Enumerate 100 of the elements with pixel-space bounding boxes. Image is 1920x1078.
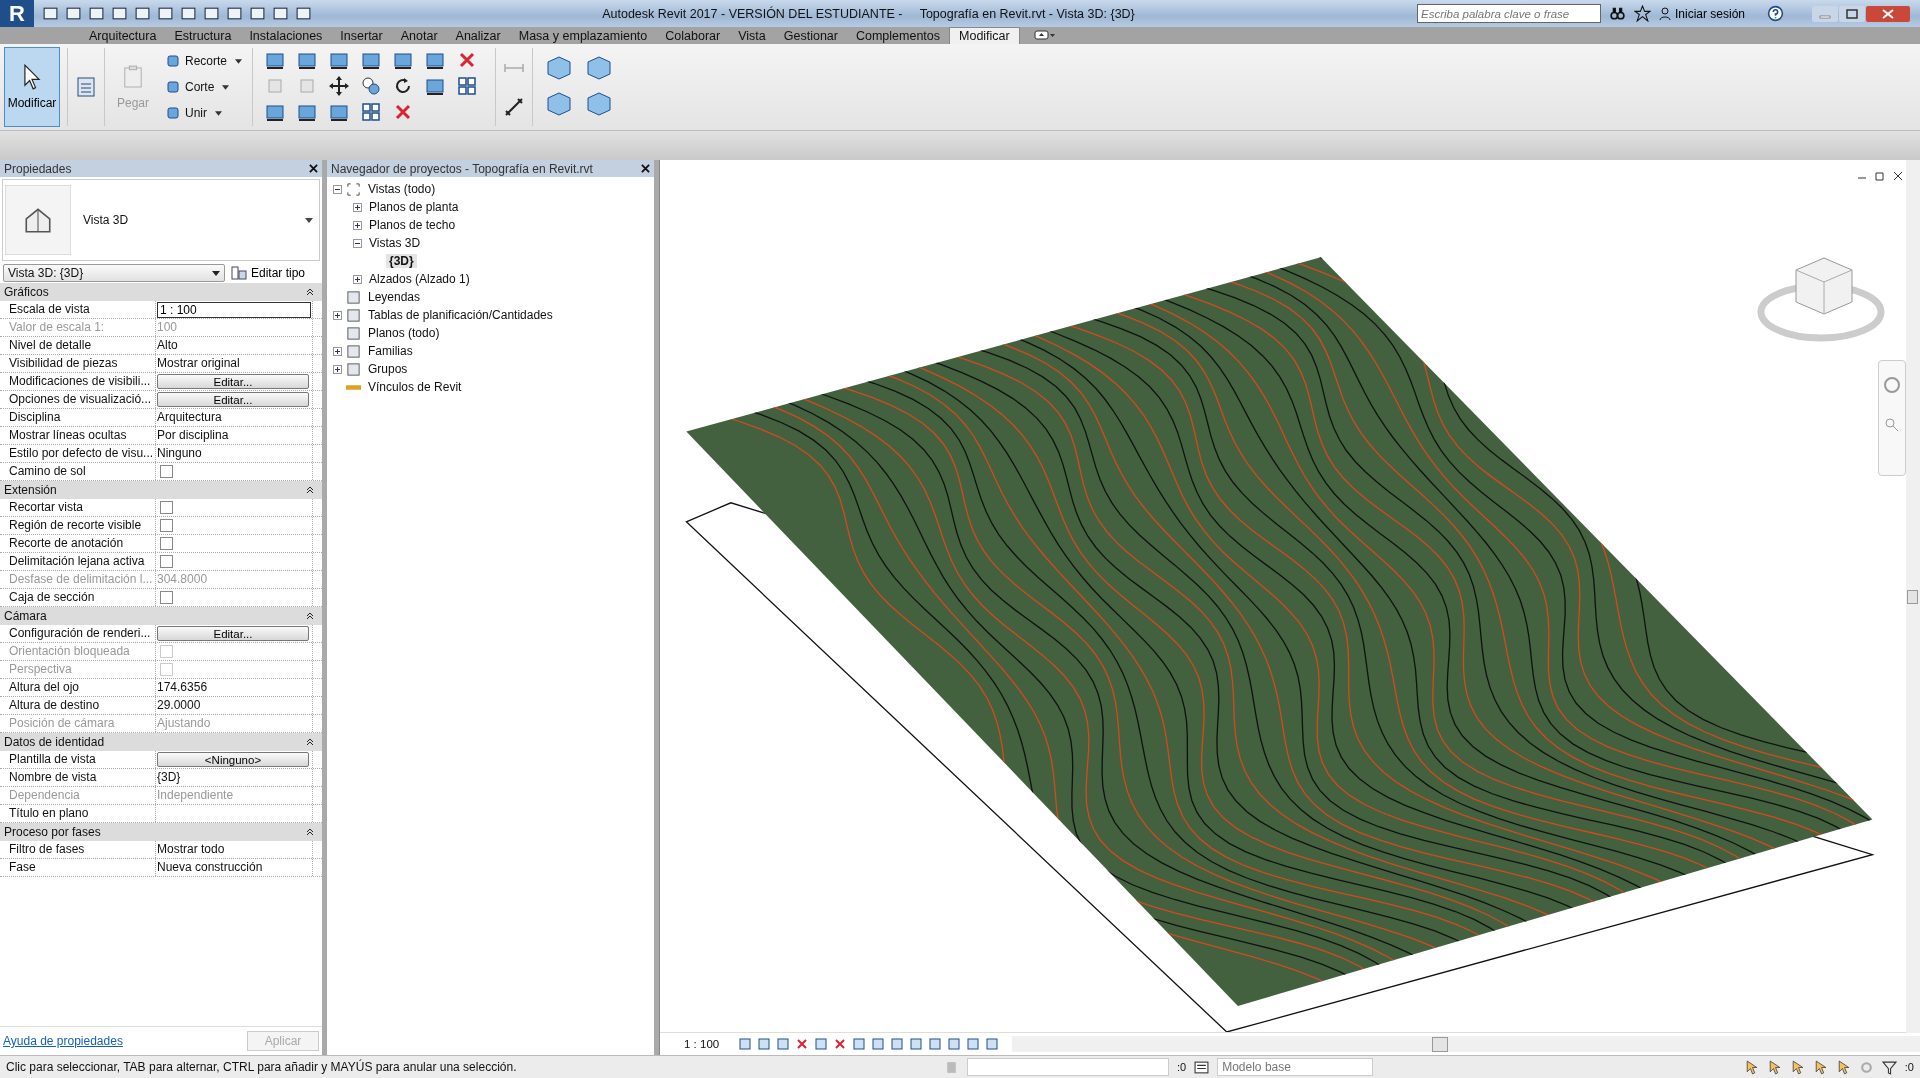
tree-item[interactable]: Leyendas xyxy=(365,290,424,304)
tree-item[interactable]: Planos (todo) xyxy=(365,326,443,340)
workset-field[interactable] xyxy=(967,1058,1169,1076)
close-button[interactable] xyxy=(641,164,650,173)
ribbon-toggle-icon[interactable] xyxy=(1033,29,1056,41)
star-icon[interactable] xyxy=(1633,5,1651,22)
ribbon-tab[interactable]: Complementos xyxy=(846,27,950,44)
expand-toggle[interactable] xyxy=(353,238,362,248)
edit-type-button[interactable]: Editar tipo xyxy=(231,265,306,281)
ribbon-tab[interactable]: Analizar xyxy=(446,27,510,44)
checkbox[interactable] xyxy=(160,465,173,478)
expand-toggle[interactable] xyxy=(353,274,362,284)
modify-button[interactable]: Modificar xyxy=(4,47,60,127)
scroll-thumb[interactable] xyxy=(1907,590,1918,604)
edit-button[interactable]: Editar... xyxy=(157,392,309,407)
close-button[interactable] xyxy=(309,164,318,173)
properties-icon[interactable] xyxy=(75,76,97,98)
grid-icon[interactable] xyxy=(985,1037,1000,1051)
dropdown-icon[interactable] xyxy=(305,217,313,223)
property-label: Disciplina xyxy=(0,409,156,426)
ribbon-tab[interactable]: Vista xyxy=(729,27,775,44)
expand-toggle[interactable] xyxy=(333,346,342,356)
toolbar-icon[interactable] xyxy=(157,5,174,22)
toolbar-icon[interactable] xyxy=(42,5,59,22)
ribbon-tab[interactable]: Colaborar xyxy=(656,27,730,44)
binoculars-icon[interactable] xyxy=(1608,5,1626,22)
instance-selector[interactable]: Vista 3D: {3D} xyxy=(3,264,225,282)
help-icon[interactable] xyxy=(1767,5,1784,22)
toolbar-icon[interactable] xyxy=(249,5,266,22)
ribbon-tab[interactable]: Modificar xyxy=(949,27,1020,44)
cross-icon[interactable] xyxy=(795,1037,810,1051)
expand-toggle[interactable] xyxy=(333,310,342,320)
toolbar-icon[interactable] xyxy=(226,5,243,22)
property-label: Delimitación lejana activa xyxy=(0,553,156,570)
checkbox[interactable] xyxy=(160,537,173,550)
tree-item[interactable]: Vistas 3D xyxy=(366,236,424,250)
geometry-button[interactable]: Recorte xyxy=(162,52,246,70)
toolbar-icon[interactable] xyxy=(203,5,220,22)
toolbar-icon[interactable] xyxy=(65,5,82,22)
help-link[interactable]: Ayuda de propiedades xyxy=(3,1034,123,1048)
design-option-field[interactable]: Modelo base xyxy=(1217,1058,1374,1076)
checkbox[interactable] xyxy=(160,555,173,568)
geometry-button[interactable]: Unir xyxy=(162,104,246,122)
tree-item[interactable]: Alzados (Alzado 1) xyxy=(366,272,473,286)
property-label: Altura del ojo xyxy=(0,679,156,696)
scale-field[interactable]: 1 : 100 xyxy=(157,301,311,318)
tree-item[interactable]: Tablas de planificación/Cantidades xyxy=(365,308,556,322)
ribbon-tab[interactable]: Gestionar xyxy=(774,27,847,44)
scroll-thumb[interactable] xyxy=(1432,1037,1449,1052)
toolbar-icon[interactable] xyxy=(272,5,289,22)
checkbox[interactable] xyxy=(160,519,173,532)
wheel-icon[interactable] xyxy=(1882,375,1902,395)
app-menu-button[interactable]: R xyxy=(0,0,34,27)
toolbar-icon[interactable] xyxy=(88,5,105,22)
sheet-icon xyxy=(346,289,361,305)
ribbon-tab[interactable]: Insertar xyxy=(331,27,392,44)
search-field[interactable]: Escriba palabra clave o frase xyxy=(1416,4,1601,23)
collapse-icon[interactable] xyxy=(306,288,314,296)
toolbar-icon[interactable] xyxy=(134,5,151,22)
tree-item[interactable]: Planos de planta xyxy=(366,200,462,214)
move-icon[interactable] xyxy=(328,75,351,97)
measure-icon[interactable] xyxy=(503,95,526,118)
collapse-icon[interactable] xyxy=(306,828,314,836)
cross-icon[interactable] xyxy=(833,1037,848,1051)
tree-item[interactable]: {3D} xyxy=(386,254,417,268)
ribbon-tab[interactable]: Masa y emplazamiento xyxy=(509,27,657,44)
edit-button[interactable]: Editar... xyxy=(157,626,309,641)
collapse-icon[interactable] xyxy=(306,738,314,746)
tree-item[interactable]: Vistas (todo) xyxy=(365,182,439,196)
grid-icon[interactable] xyxy=(738,1037,753,1051)
maximize-button[interactable] xyxy=(1839,5,1865,22)
checkbox[interactable] xyxy=(160,501,173,514)
expand-toggle[interactable] xyxy=(333,184,342,194)
scale-label[interactable]: 1 : 100 xyxy=(684,1038,720,1050)
expand-toggle[interactable] xyxy=(333,364,342,374)
toolbar-icon[interactable] xyxy=(180,5,197,22)
ribbon-tab[interactable]: Anotar xyxy=(391,27,447,44)
tree-item[interactable]: Grupos xyxy=(365,362,411,376)
checkbox[interactable] xyxy=(160,591,173,604)
tree-item[interactable]: Planos de techo xyxy=(366,218,459,232)
list-icon[interactable] xyxy=(1194,1059,1210,1075)
copy-icon[interactable] xyxy=(360,75,383,97)
grid-icon[interactable] xyxy=(456,75,479,97)
ribbon-tab[interactable]: Estructura xyxy=(165,27,241,44)
collapse-icon[interactable] xyxy=(306,612,314,620)
ribbon-tab[interactable]: Instalaciones xyxy=(240,27,332,44)
expand-toggle[interactable] xyxy=(353,202,362,212)
expand-toggle[interactable] xyxy=(353,220,362,230)
edit-button[interactable]: <Ninguno> xyxy=(157,752,309,767)
tree-item[interactable]: Familias xyxy=(365,344,416,358)
filter-icon[interactable] xyxy=(1881,1059,1897,1075)
toolbar-icon[interactable] xyxy=(111,5,128,22)
geometry-button[interactable]: Corte xyxy=(162,78,246,96)
collapse-icon[interactable] xyxy=(306,486,314,494)
edit-button[interactable]: Editar... xyxy=(157,374,309,389)
ribbon-tab[interactable]: Arquitectura xyxy=(80,27,166,44)
array-icon[interactable] xyxy=(360,101,383,123)
sign-in-button[interactable]: Iniciar sesión xyxy=(1658,6,1759,21)
tree-item[interactable]: Vínculos de Revit xyxy=(365,380,465,394)
toolbar-icon[interactable] xyxy=(295,5,312,22)
